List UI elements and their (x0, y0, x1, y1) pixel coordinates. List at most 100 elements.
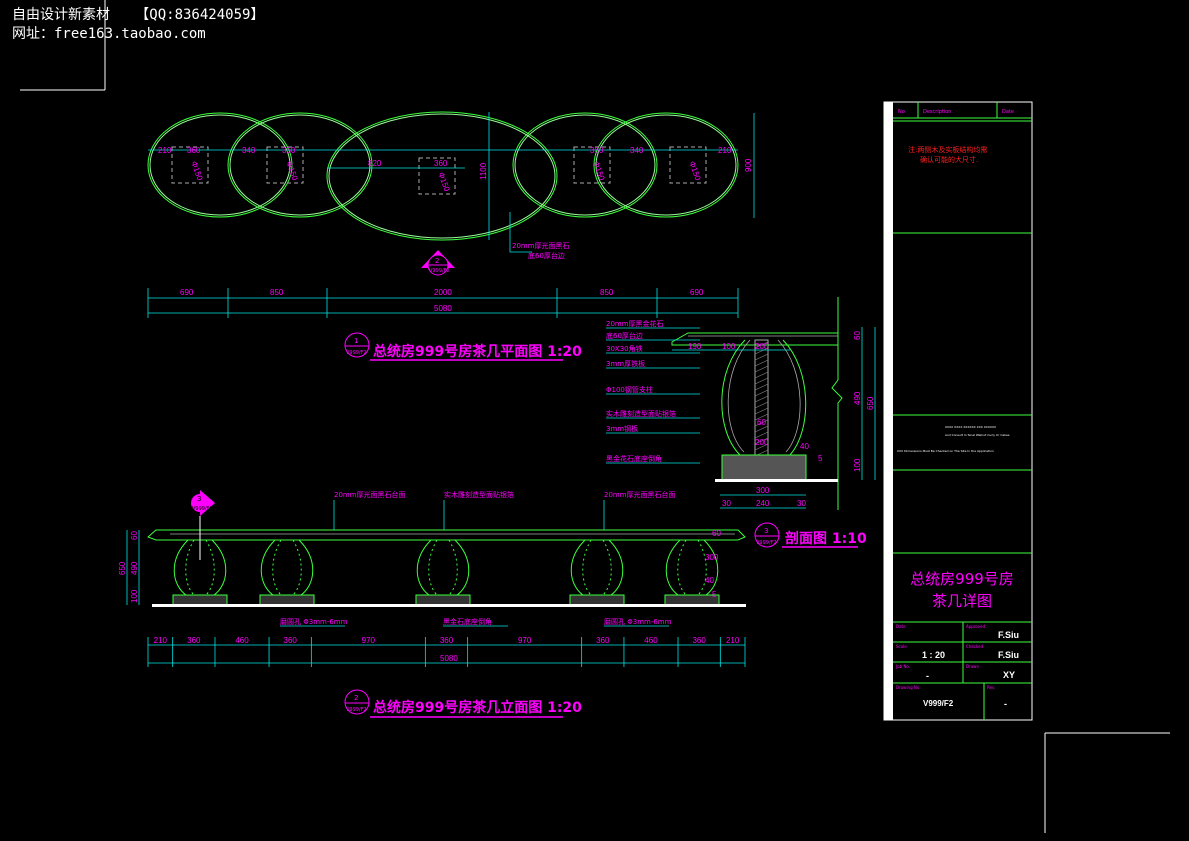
svg-text:XXX Dimensions Must Be Checked: XXX Dimensions Must Be Checked on The Si… (897, 449, 994, 453)
svg-text:XY: XY (1003, 670, 1015, 680)
elevation-title-marker: 2 V999/F2 (344, 689, 370, 715)
svg-text:2: 2 (354, 694, 358, 702)
svg-text:60: 60 (712, 529, 721, 538)
svg-text:3: 3 (764, 527, 768, 535)
svg-text:490: 490 (130, 561, 139, 575)
hatch-line (754, 395, 769, 403)
leg-base (664, 594, 720, 606)
elevation-total: 5080 (440, 654, 458, 663)
svg-text:V999/F2: V999/F2 (923, 699, 954, 708)
title-block-note-2: 确认可能的大尺寸. (920, 155, 978, 164)
plan-dim: 340 (242, 146, 256, 155)
frame-corner-top-left (20, 0, 106, 91)
drawing-title-2: 茶几详图 (932, 592, 992, 610)
svg-text:3: 3 (197, 495, 201, 503)
svg-text:V999/F2: V999/F2 (346, 707, 367, 713)
svg-text:40: 40 (800, 442, 809, 451)
svg-text:Approved: Approved (966, 624, 986, 629)
svg-text:30: 30 (722, 499, 731, 508)
elevation-note-bottom: 黑金石底座倒角 (443, 617, 492, 626)
elevation-note-top: 20mm厚光面黑石台面 (604, 490, 676, 499)
svg-text:1 : 20: 1 : 20 (922, 650, 945, 660)
hatch-line (754, 401, 769, 409)
section-note: 实木雕刻造型面贴银箔 (606, 409, 676, 418)
svg-text:60: 60 (130, 531, 139, 540)
elevation-dim: 360 (284, 636, 298, 645)
plan-dim: 690 (180, 288, 194, 297)
svg-text:Date: Date (1002, 109, 1014, 115)
plan-title: 总统房999号房茶几平面图 1:20 (373, 343, 582, 360)
tabletop-outline (227, 112, 373, 218)
svg-text:240: 240 (756, 499, 770, 508)
svg-text:F.Siu: F.Siu (998, 630, 1019, 640)
svg-text:Job No.: Job No. (895, 664, 910, 669)
svg-text:Description: Description (923, 109, 951, 115)
plan-dim: 690 (690, 288, 704, 297)
tabletop-inner-outline (149, 114, 291, 216)
title-block: No. Description Date 注:两侧木及实板结构均需 确认可能的大… (883, 101, 1033, 721)
hatch-line (754, 365, 769, 373)
plan-title-marker: 1 V999/F2 (344, 332, 370, 358)
frame-corner-bottom-right (1044, 732, 1170, 833)
plan-dim: 360 (187, 146, 201, 155)
svg-text:Drawing No.: Drawing No. (896, 685, 921, 690)
leg-base (569, 594, 625, 606)
section-note: Φ100钢管支柱 (606, 385, 653, 394)
svg-text:100: 100 (853, 458, 862, 472)
section-view: 190 100 200 60 200 40 5 300 30 240 30 60… (606, 297, 876, 548)
svg-text:5: 5 (712, 590, 717, 599)
svg-text:V999/F2: V999/F2 (346, 350, 367, 356)
plan-dim: 210 (718, 146, 732, 155)
svg-text:300: 300 (705, 553, 719, 562)
svg-text:No.: No. (898, 109, 907, 115)
svg-text:Checked: Checked (966, 644, 984, 649)
plan-dim: 340 (630, 146, 644, 155)
pedestal-dim: Φ150 (591, 160, 606, 182)
pedestal-dim: Φ150 (284, 160, 299, 182)
cad-drawing: Φ150 Φ150Φ150Φ150 Φ150 210 360 340 360 820… (20, 0, 1170, 833)
leg-base (259, 594, 315, 606)
elevation-dim: 970 (518, 636, 532, 645)
leg-carving (677, 539, 707, 596)
pedestal-dim: Φ150 (687, 160, 702, 182)
svg-text:V999/F2: V999/F2 (429, 268, 450, 274)
plan-height-900: 900 (744, 158, 753, 172)
svg-text:and Consult In Sinal Walnut Cu: and Consult In Sinal Walnut Curly Ur Cak… (945, 433, 1010, 437)
tabletop-outline (593, 112, 739, 218)
elevation-dim: 210 (154, 636, 168, 645)
tabletop-outline (512, 112, 658, 218)
section-note: 黑金花石底座倒角 (606, 454, 662, 463)
svg-text:1: 1 (354, 337, 358, 345)
svg-text:Scale: Scale (896, 644, 907, 649)
svg-text:650: 650 (866, 396, 875, 410)
plan-dim: 850 (600, 288, 614, 297)
hatch-line (754, 389, 769, 397)
svg-text:F.Siu: F.Siu (998, 650, 1019, 660)
tabletop-outline (147, 112, 293, 218)
elevation-note-top: 实木雕刻造型面贴银箔 (444, 490, 514, 499)
svg-text:Drawn: Drawn (966, 664, 979, 669)
leg-outline (260, 539, 314, 596)
plan-dim: 360 (434, 159, 448, 168)
svg-text:200: 200 (755, 342, 769, 351)
svg-text:2: 2 (435, 257, 439, 265)
hatch-line (754, 407, 769, 415)
hatch-line (754, 371, 769, 379)
svg-text:XXXX XXXX XXXXXX XXX XXXXXX: XXXX XXXX XXXXXX XXX XXXXXX (945, 425, 996, 429)
tabletop-inner-outline (595, 114, 737, 216)
svg-text:650: 650 (118, 561, 127, 575)
pedestal-dim: Φ150 (436, 171, 451, 193)
hatch-line (754, 359, 769, 367)
leg-outline (416, 539, 470, 596)
elevation-dim: 360 (440, 636, 454, 645)
hatch-line (754, 353, 769, 361)
plan-dim: 360 (590, 146, 604, 155)
svg-text:V999/F2: V999/F2 (756, 540, 777, 546)
leg-outline (570, 539, 624, 596)
svg-text:-: - (926, 671, 929, 681)
elevation-title: 总统房999号房茶几立面图 1:20 (373, 699, 582, 716)
elevation-note-bottom: 磨圆孔 Φ3mm-6mm (280, 617, 348, 626)
elevation-dim: 970 (362, 636, 376, 645)
elevation-note-bottom: 磨圆孔 Φ3mm-6mm (604, 617, 672, 626)
leg-outline (665, 539, 719, 596)
